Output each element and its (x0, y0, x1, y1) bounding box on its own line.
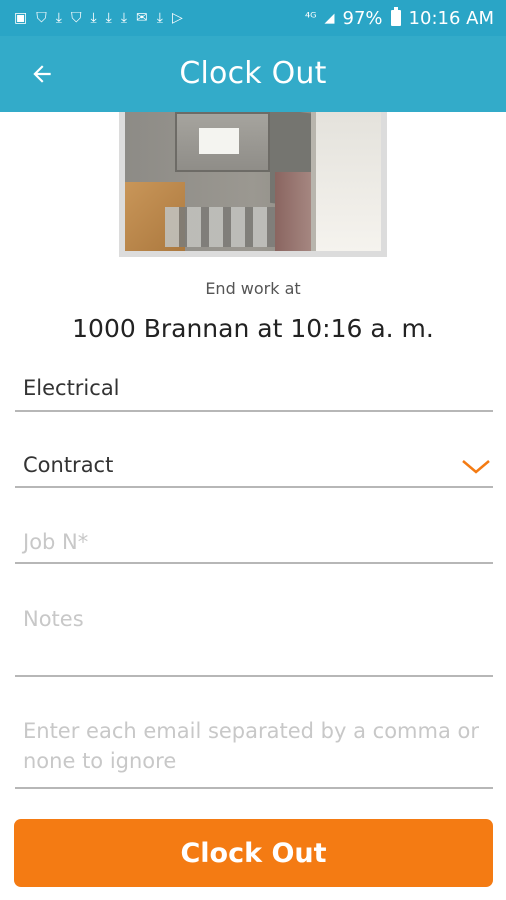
image-icon: ▣ (14, 10, 28, 26)
trade-value: Electrical (23, 376, 120, 400)
job-number-input[interactable]: Job N* (15, 524, 493, 564)
wifi-calling-icon: ⁴ᴳ (304, 10, 317, 26)
type-select[interactable]: Contract (15, 448, 493, 488)
end-work-label: End work at (205, 279, 301, 298)
chevron-down-icon[interactable] (461, 458, 491, 476)
page-title: Clock Out (179, 56, 327, 91)
app-bar: Clock Out (0, 36, 506, 112)
shield-icon: ⛉ (70, 10, 82, 26)
battery-icon (390, 7, 401, 26)
notes-placeholder: Notes (23, 607, 84, 631)
location-time: 1000 Brannan at 10:16 a. m. (72, 314, 434, 343)
notes-input[interactable]: Notes (15, 600, 493, 677)
email-input[interactable]: Enter each email separated by a comma or… (15, 712, 493, 789)
mail-icon: ✉ (136, 10, 148, 26)
battery-percent: 97% (342, 7, 383, 29)
job-number-placeholder: Job N* (23, 530, 89, 554)
clock-out-button[interactable]: Clock Out (14, 819, 493, 887)
download-icon: ⤓ (105, 10, 112, 26)
status-bar: ▣ ⛉ ⤓ ⛉ ⤓ ⤓ ⤓ ✉ ⤓ ▷ ⁴ᴳ ◢ 97% 10:16 AM (0, 0, 506, 36)
type-value: Contract (23, 453, 114, 477)
download-icon: ⤓ (120, 10, 128, 26)
shield-icon: ⛉ (36, 10, 47, 26)
trade-field[interactable]: Electrical (15, 372, 493, 412)
signal-icon: ◢ (324, 10, 335, 26)
play-store-icon: ▷ (171, 10, 183, 26)
job-site-photo (119, 112, 387, 257)
download-icon: ⤓ (156, 10, 163, 26)
email-placeholder: Enter each email separated by a comma or… (23, 719, 479, 773)
download-icon: ⤓ (55, 10, 62, 26)
download-icon: ⤓ (90, 10, 97, 26)
notification-icons: ▣ ⛉ ⤓ ⛉ ⤓ ⤓ ⤓ ✉ ⤓ ▷ (14, 10, 183, 26)
clock: 10:16 AM (408, 7, 494, 29)
